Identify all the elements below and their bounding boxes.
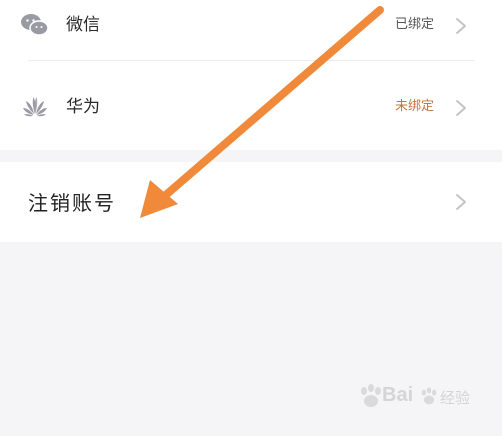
huawei-row[interactable]: 华为 未绑定 xyxy=(0,74,502,144)
huawei-status: 未绑定 xyxy=(394,99,434,114)
linked-accounts-card: 微信 已绑定 华为 未绑定 xyxy=(0,0,502,150)
chevron-right-icon xyxy=(456,194,466,210)
watermark-brand: Bai xyxy=(382,384,414,406)
watermark-suffix: 经验 xyxy=(440,389,471,407)
account-settings-page: 微信 已绑定 华为 未绑定 注销账号 Bai 经验 xyxy=(0,0,502,436)
wechat-row[interactable]: 微信 已绑定 xyxy=(0,0,502,62)
wechat-status: 已绑定 xyxy=(394,17,434,32)
chevron-right-icon xyxy=(456,100,466,116)
cancel-account-card: 注销账号 xyxy=(0,162,502,242)
chevron-right-icon xyxy=(456,18,466,34)
huawei-icon xyxy=(23,97,47,117)
cancel-account-row[interactable]: 注销账号 xyxy=(0,168,502,238)
cancel-account-label: 注销账号 xyxy=(28,191,116,215)
baidu-jingyan-watermark: Bai 经验 xyxy=(356,378,496,432)
huawei-label: 华为 xyxy=(66,97,100,117)
wechat-label: 微信 xyxy=(66,15,100,35)
row-divider xyxy=(28,60,474,61)
paw-icon xyxy=(421,387,437,405)
wechat-icon xyxy=(21,14,49,36)
